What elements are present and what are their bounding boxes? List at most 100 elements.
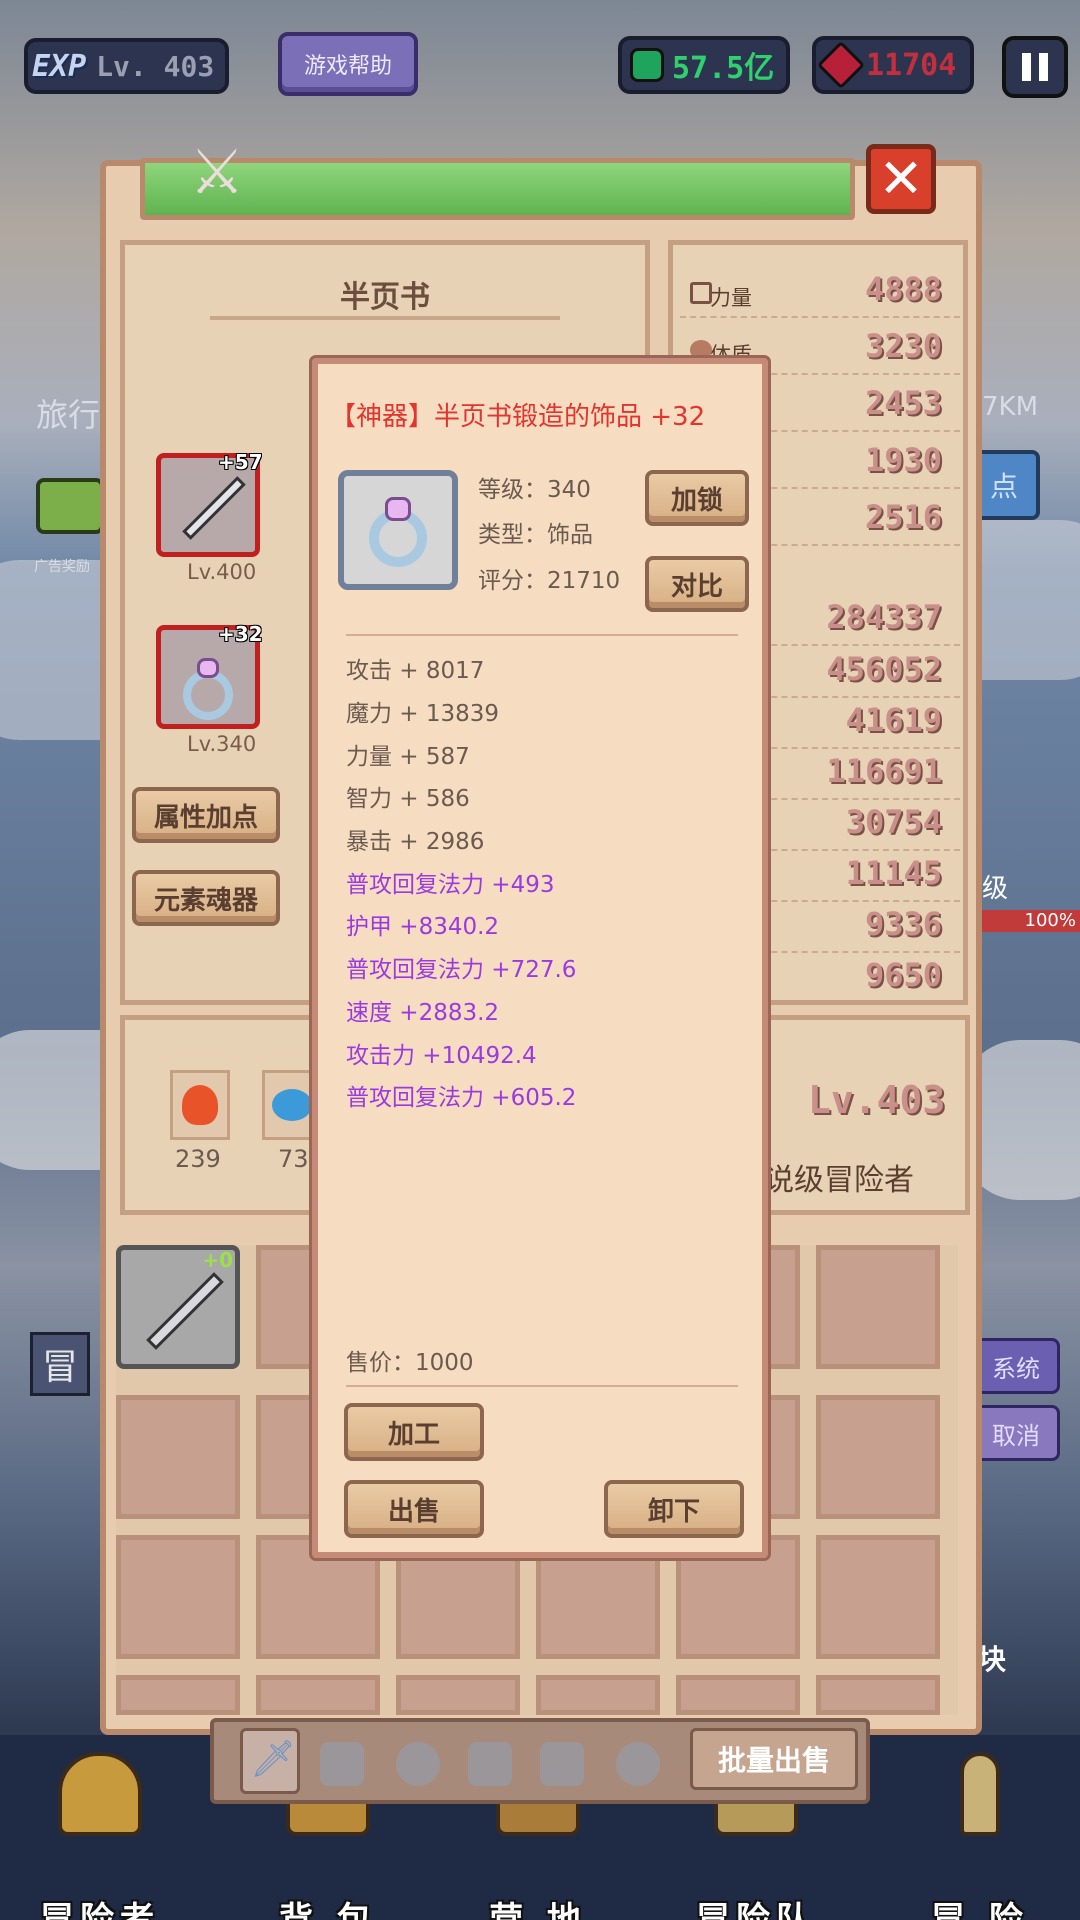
inventory-slot[interactable]: +0 — [116, 1245, 240, 1369]
progress-percent: 100% — [982, 910, 1080, 932]
sword-icon — [960, 1752, 1000, 1836]
inventory-slot[interactable] — [676, 1675, 800, 1715]
ad-play-button[interactable] — [36, 478, 104, 534]
item-score: 评分：21710 — [478, 568, 621, 594]
compare-button[interactable]: 对比 — [645, 556, 749, 612]
fire-icon — [182, 1085, 218, 1125]
adventure-side-tab[interactable]: 冒 — [30, 1332, 90, 1396]
sword-tab-icon: 🗡 — [250, 1739, 296, 1780]
stat-value: 41619 — [845, 701, 942, 739]
block-label: 块 — [978, 1643, 1007, 1676]
base-attribute: 智力 + 586 — [346, 786, 470, 812]
inventory-slot[interactable] — [396, 1675, 520, 1715]
water-element-count: 73 — [278, 1145, 309, 1173]
item-level: 等级：340 — [478, 477, 591, 503]
inventory-slot[interactable] — [536, 1675, 660, 1715]
stat-value: 284337 — [826, 598, 942, 636]
sell-button[interactable]: 出售 — [344, 1480, 484, 1538]
elemental-soul-button[interactable]: 元素魂器 — [132, 870, 280, 926]
ruby-icon — [816, 40, 866, 90]
nav-label: 背 包 — [279, 1900, 377, 1920]
ring-icon — [183, 658, 233, 720]
tab-boots[interactable] — [468, 1742, 512, 1786]
bonus-attribute: 普攻回复法力 +605.2 — [346, 1085, 577, 1111]
green-currency: 57.5亿 — [618, 36, 790, 94]
inventory-slot[interactable] — [816, 1245, 940, 1369]
nav-label: 冒 险 — [931, 1900, 1029, 1920]
attribute-points-button[interactable]: 属性加点 — [132, 787, 280, 843]
tab-pants[interactable] — [540, 1742, 584, 1786]
cancel-button[interactable]: 取消 — [972, 1405, 1060, 1461]
stat-value: 4888 — [864, 270, 942, 308]
player-level: Lv. 403 — [96, 49, 215, 83]
strength-icon — [690, 282, 712, 304]
stat-value: 2453 — [864, 384, 942, 422]
tab-accessory[interactable] — [616, 1742, 660, 1786]
bonus-attribute: 攻击力 +10492.4 — [346, 1043, 537, 1069]
bonus-attribute: 护甲 +8340.2 — [346, 914, 500, 940]
green-currency-value: 57.5亿 — [672, 51, 775, 86]
exp-label: EXP — [32, 48, 87, 84]
heart-icon — [690, 340, 712, 360]
divider — [346, 1385, 738, 1387]
weapon-level: Lv.400 — [187, 560, 257, 584]
slot-plus-level: +0 — [202, 1248, 233, 1272]
inventory-slot[interactable] — [256, 1675, 380, 1715]
character-name: 半页书 — [340, 280, 430, 315]
sword-icon — [146, 1272, 224, 1350]
inventory-slot[interactable] — [816, 1395, 940, 1519]
crossed-swords-icon: ⚔ — [189, 134, 245, 208]
base-attribute: 力量 + 587 — [346, 744, 470, 770]
pause-button[interactable] — [1002, 36, 1068, 98]
name-underline — [210, 316, 560, 320]
inventory-slot[interactable] — [816, 1535, 940, 1659]
strength-label: 力量 — [710, 286, 752, 310]
water-icon — [272, 1089, 312, 1121]
base-attribute: 攻击 + 8017 — [346, 658, 485, 684]
nav-label: 冒险者 — [40, 1900, 160, 1920]
tab-armor[interactable] — [320, 1742, 364, 1786]
item-icon-frame — [338, 470, 458, 590]
inventory-slot[interactable] — [116, 1535, 240, 1659]
stat-value: 2516 — [864, 498, 942, 536]
bonus-attribute: 普攻回复法力 +727.6 — [346, 957, 577, 983]
inventory-slot[interactable] — [116, 1395, 240, 1519]
adventurer-level: Lv.403 — [808, 1078, 946, 1122]
batch-sell-button[interactable]: 批量出售 — [690, 1728, 858, 1790]
helmet-icon — [58, 1752, 142, 1836]
ad-reward-label: 广告奖励 — [34, 559, 90, 575]
craft-button[interactable]: 加工 — [344, 1403, 484, 1461]
emerald-icon — [630, 48, 664, 82]
tab-helmet[interactable] — [396, 1742, 440, 1786]
nav-label: 营 地 — [489, 1900, 587, 1920]
travel-label: 旅行 — [36, 396, 101, 434]
unequip-button[interactable]: 卸下 — [604, 1480, 744, 1538]
nav-adventurer[interactable]: 冒险者 — [20, 1752, 180, 1920]
level-badge: EXP Lv. 403 — [24, 38, 229, 94]
nav-label: 冒险队 — [696, 1900, 816, 1920]
nav-adventure[interactable]: 冒 险 — [900, 1752, 1060, 1920]
level-side-label: 级 — [982, 874, 1009, 904]
weapon-plus-level: +57 — [218, 450, 263, 474]
adventurer-title: 说级冒险者 — [764, 1163, 914, 1198]
bonus-attribute: 速度 +2883.2 — [346, 1000, 500, 1026]
close-button[interactable]: ✕ — [866, 144, 936, 214]
system-button[interactable]: 系统 — [972, 1338, 1060, 1394]
sword-icon — [182, 476, 246, 540]
ring-level: Lv.340 — [187, 732, 257, 756]
stat-value: 9336 — [864, 905, 942, 943]
game-help-button[interactable]: 游戏帮助 — [278, 32, 418, 96]
ring-icon — [369, 497, 427, 567]
ring-plus-level: +32 — [218, 622, 263, 646]
lock-button[interactable]: 加锁 — [645, 470, 749, 526]
stat-value: 9650 — [864, 956, 942, 994]
inventory-slot[interactable] — [116, 1675, 240, 1715]
distance-label: 7KM — [982, 392, 1039, 422]
fire-element-item[interactable] — [170, 1070, 230, 1140]
inventory-slot[interactable] — [816, 1675, 940, 1715]
stat-value: 11145 — [845, 854, 942, 892]
base-attribute: 暴击 + 2986 — [346, 829, 485, 855]
bonus-attribute: 普攻回复法力 +493 — [346, 872, 555, 898]
fire-element-count: 239 — [175, 1145, 221, 1173]
base-attribute: 魔力 + 13839 — [346, 701, 500, 727]
